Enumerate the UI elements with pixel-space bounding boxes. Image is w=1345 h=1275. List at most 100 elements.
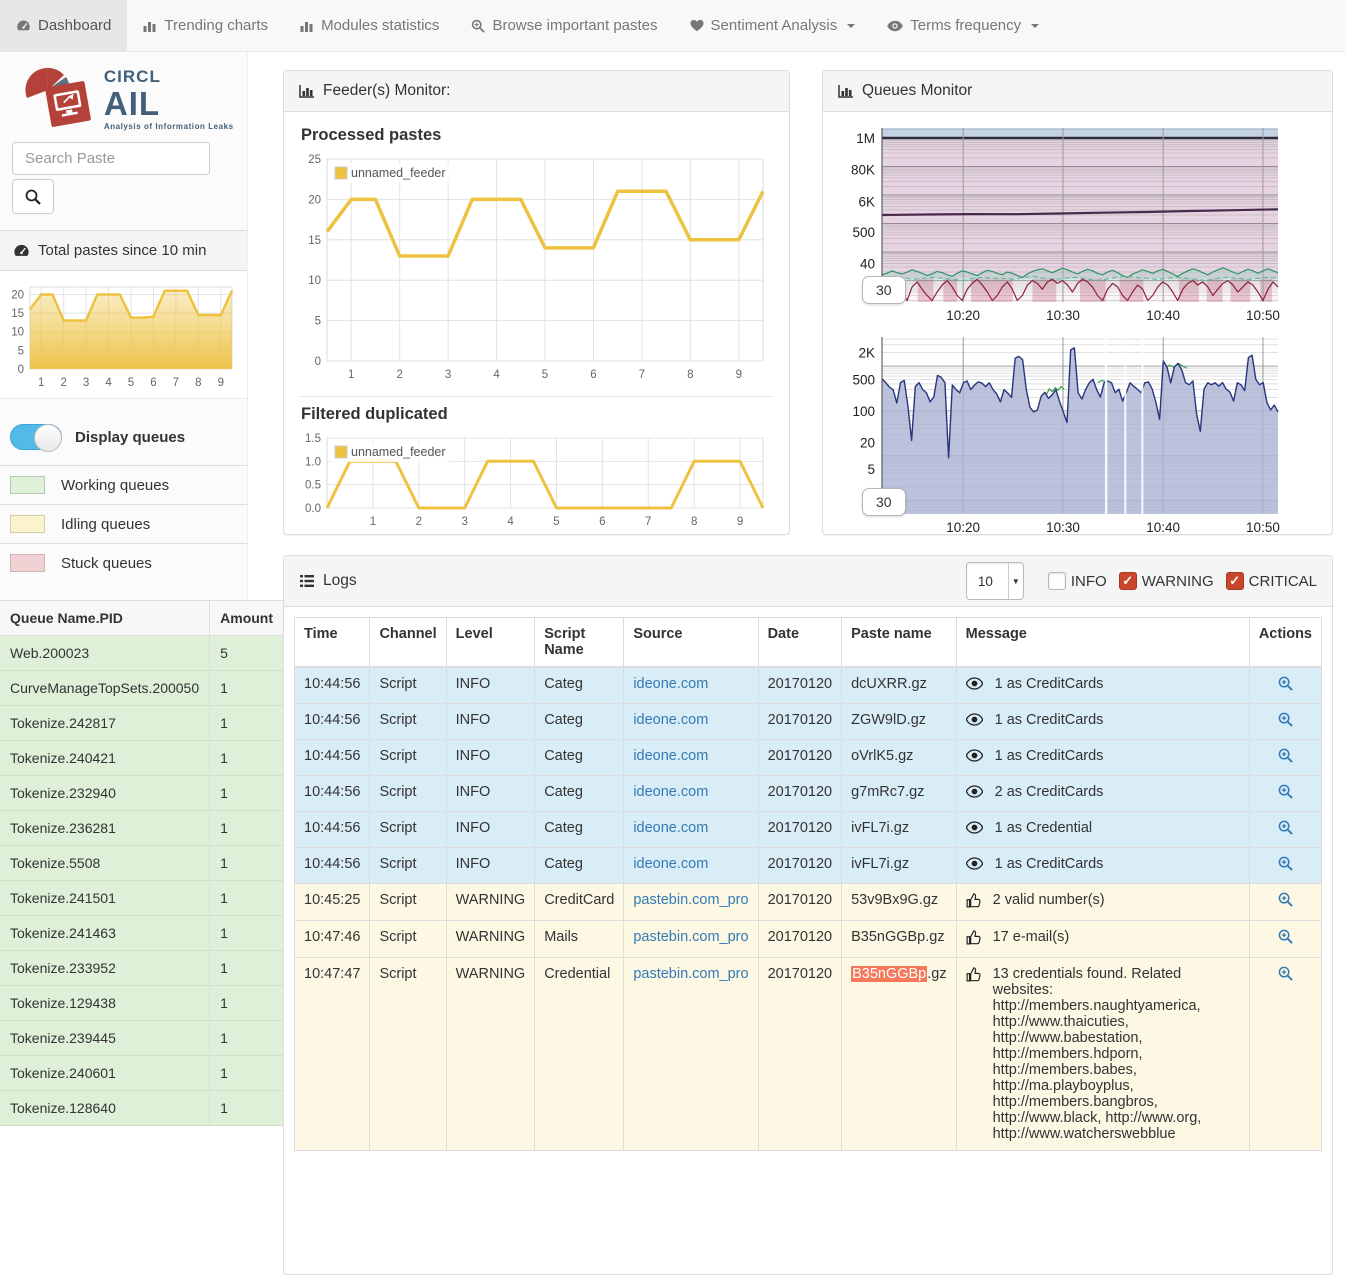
display-queues-toggle[interactable] (10, 424, 62, 450)
zoom-in-icon (1278, 676, 1293, 691)
log-paste-name: oVrlK5.gz (842, 740, 957, 776)
search-button[interactable] (12, 179, 54, 214)
svg-text:2K: 2K (858, 346, 875, 361)
log-source-link[interactable]: ideone.com (633, 856, 708, 872)
logo-tagline: Analysis of Information Leaks (104, 123, 234, 131)
log-time: 10:47:47 (295, 958, 370, 1151)
log-message: 1 as CreditCards (995, 712, 1104, 728)
paste-zoom-button[interactable] (1278, 895, 1293, 911)
svg-text:1M: 1M (856, 131, 875, 146)
nav-item-dashboard[interactable]: Dashboard (0, 0, 127, 51)
log-script: Categ (535, 848, 624, 884)
log-paste-name: 53v9Bx9G.gz (842, 884, 957, 921)
log-time: 10:45:25 (295, 884, 370, 921)
log-date: 20170120 (758, 921, 842, 958)
svg-text:7: 7 (645, 516, 651, 528)
log-date: 20170120 (758, 776, 842, 812)
zoom-in-icon (1278, 856, 1293, 871)
queues-chart-bottom: 10:2010:3010:4010:5015201005002K 30 (838, 333, 1317, 541)
search-icon (471, 19, 485, 33)
svg-text:1.0: 1.0 (305, 456, 321, 468)
checked-checkbox[interactable]: ✓ (1119, 572, 1137, 590)
checked-checkbox[interactable]: ✓ (1226, 572, 1244, 590)
zoom-in-icon (1278, 748, 1293, 763)
bar-chart-icon (143, 19, 157, 32)
log-source-link[interactable]: ideone.com (633, 712, 708, 728)
search-paste-input[interactable] (12, 142, 210, 175)
svg-text:15: 15 (11, 308, 24, 320)
log-level: WARNING (446, 884, 535, 921)
svg-text:10: 10 (308, 275, 321, 287)
zoom-in-icon (1278, 892, 1293, 907)
unchecked-checkbox[interactable] (1048, 572, 1066, 590)
range-badge[interactable]: 30 (862, 488, 906, 516)
log-channel: Script (370, 812, 446, 848)
queue-name: Tokenize.5508 (0, 846, 210, 881)
queue-name: Tokenize.233952 (0, 951, 210, 986)
log-script: Mails (535, 921, 624, 958)
svg-text:3: 3 (83, 377, 89, 389)
log-row: 10:44:56ScriptINFOCategideone.com2017012… (295, 704, 1322, 740)
display-queues-label: Display queues (75, 429, 185, 446)
log-row: 10:44:56ScriptINFOCategideone.com2017012… (295, 740, 1322, 776)
svg-text:10:20: 10:20 (946, 520, 980, 535)
nav-item-modules-statistics[interactable]: Modules statistics (284, 0, 455, 51)
queue-row: CurveManageTopSets.2000501 (0, 671, 283, 706)
page-size-select[interactable]: 10 ▼ (966, 562, 1024, 600)
log-source-link[interactable]: ideone.com (633, 676, 708, 692)
log-source-link[interactable]: pastebin.com_pro (633, 929, 748, 945)
nav-item-trending-charts[interactable]: Trending charts (127, 0, 284, 51)
log-message: 1 as CreditCards (995, 676, 1104, 692)
svg-text:9: 9 (736, 369, 742, 381)
queue-amount: 1 (210, 776, 283, 811)
svg-text:10:40: 10:40 (1146, 308, 1180, 323)
paste-zoom-button[interactable] (1278, 715, 1293, 731)
paste-zoom-button[interactable] (1278, 679, 1293, 695)
log-time: 10:44:56 (295, 776, 370, 812)
log-source-link[interactable]: ideone.com (633, 784, 708, 800)
processed-pastes-chart: 0510152025123456789unnamed_feeder (299, 151, 773, 383)
filter-critical[interactable]: ✓CRITICAL (1226, 572, 1317, 590)
svg-text:10:50: 10:50 (1246, 308, 1280, 323)
zoom-in-icon (1278, 929, 1293, 944)
app-logo: CIRCL AIL Analysis of Information Leaks (0, 52, 247, 138)
svg-text:80K: 80K (851, 162, 875, 177)
paste-zoom-button[interactable] (1278, 969, 1293, 985)
paste-zoom-button[interactable] (1278, 787, 1293, 803)
feeder-monitor-panel: Feeder(s) Monitor: Processed pastes 0510… (283, 70, 790, 535)
paste-zoom-button[interactable] (1278, 859, 1293, 875)
eye-icon (966, 713, 983, 726)
log-time: 10:44:56 (295, 704, 370, 740)
log-source-link[interactable]: ideone.com (633, 748, 708, 764)
logs-table: TimeChannelLevelScript NameSourceDatePas… (294, 617, 1322, 1151)
queue-name: Tokenize.241501 (0, 881, 210, 916)
paste-zoom-button[interactable] (1278, 751, 1293, 767)
total-pastes-chart: 05101520123456789 (0, 271, 247, 399)
log-paste-name: ivFL7i.gz (842, 848, 957, 884)
nav-item-sentiment-analysis[interactable]: Sentiment Analysis (674, 0, 872, 51)
svg-text:2: 2 (416, 516, 422, 528)
queue-legend: Working queuesIdling queuesStuck queues (0, 465, 247, 582)
filter-warning[interactable]: ✓WARNING (1119, 572, 1214, 590)
logs-panel-title: Logs (323, 572, 357, 590)
log-level: INFO (446, 776, 535, 812)
log-date: 20170120 (758, 704, 842, 740)
svg-text:unnamed_feeder: unnamed_feeder (351, 166, 446, 180)
log-message: 13 credentials found. Related websites: … (993, 966, 1240, 1142)
queue-row: Tokenize.1286401 (0, 1091, 283, 1126)
queue-name: Tokenize.242817 (0, 706, 210, 741)
range-badge[interactable]: 30 (862, 276, 906, 304)
log-source-link[interactable]: pastebin.com_pro (633, 892, 748, 908)
svg-text:7: 7 (639, 369, 645, 381)
paste-zoom-button[interactable] (1278, 932, 1293, 948)
log-source-link[interactable]: ideone.com (633, 820, 708, 836)
log-time: 10:47:46 (295, 921, 370, 958)
log-paste-name: ivFL7i.gz (842, 812, 957, 848)
nav-item-browse-important-pastes[interactable]: Browse important pastes (455, 0, 673, 51)
queue-name: Web.200023 (0, 636, 210, 671)
queue-row: Tokenize.2362811 (0, 811, 283, 846)
paste-zoom-button[interactable] (1278, 823, 1293, 839)
log-source-link[interactable]: pastebin.com_pro (633, 966, 748, 982)
filter-info[interactable]: INFO (1048, 572, 1107, 590)
nav-item-terms-frequency[interactable]: Terms frequency (871, 0, 1055, 51)
